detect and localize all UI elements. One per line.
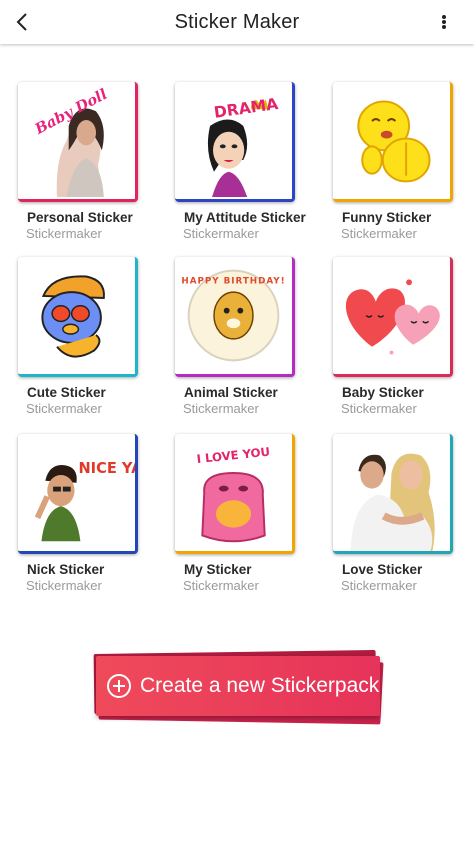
pack-thumbnail[interactable]: HAPPY BIRTHDAY! bbox=[175, 257, 295, 377]
sticker-art-text: NICE YAA bbox=[78, 460, 135, 477]
pack-card-my[interactable]: I LOVE YOU My Sticker Stickermaker bbox=[175, 434, 315, 593]
pack-thumbnail[interactable]: DRAMA bbox=[175, 82, 295, 202]
pack-title: My Sticker bbox=[184, 562, 252, 577]
pack-thumbnail[interactable]: NICE YAA bbox=[18, 434, 138, 554]
i-love-you-sticker-image: I LOVE YOU bbox=[175, 434, 292, 551]
pack-author: Stickermaker bbox=[26, 226, 102, 241]
page-title: Sticker Maker bbox=[174, 10, 300, 33]
hearts-sticker-image bbox=[333, 257, 450, 374]
pack-title: Cute Sticker bbox=[27, 385, 106, 400]
back-button[interactable] bbox=[8, 8, 36, 36]
cute-sticker-image bbox=[18, 257, 135, 374]
pack-card-funny[interactable]: Funny Sticker Stickermaker bbox=[333, 82, 473, 241]
pack-thumbnail[interactable] bbox=[333, 257, 453, 377]
pack-thumbnail[interactable] bbox=[333, 82, 453, 202]
birthday-tiger-sticker-image: HAPPY BIRTHDAY! bbox=[175, 257, 292, 374]
pack-author: Stickermaker bbox=[341, 401, 417, 416]
pack-author: Stickermaker bbox=[26, 578, 102, 593]
pack-thumbnail[interactable] bbox=[333, 434, 453, 554]
app-bar: Sticker Maker bbox=[0, 0, 474, 44]
pack-title: Nick Sticker bbox=[27, 562, 105, 577]
pack-thumbnail[interactable] bbox=[18, 257, 138, 377]
pack-card-baby[interactable]: Baby Sticker Stickermaker bbox=[333, 257, 473, 416]
pack-card-nick[interactable]: NICE YAA Nick Sticker Stickermaker bbox=[18, 434, 158, 593]
pack-title: Personal Sticker bbox=[27, 210, 133, 225]
pack-thumbnail[interactable]: Baby Doll bbox=[18, 82, 138, 202]
plus-circle-icon bbox=[106, 673, 132, 699]
pack-author: Stickermaker bbox=[183, 578, 259, 593]
pack-author: Stickermaker bbox=[183, 401, 259, 416]
pack-title: Animal Sticker bbox=[184, 385, 278, 400]
couple-photo-sticker-image bbox=[333, 434, 450, 551]
pack-author: Stickermaker bbox=[341, 226, 417, 241]
pack-card-attitude[interactable]: DRAMA My Attitude Sticker Stickermaker bbox=[175, 82, 315, 241]
pack-title: Funny Sticker bbox=[342, 210, 432, 225]
overflow-menu-button[interactable] bbox=[438, 10, 450, 34]
create-stickerpack-label: Create a new Stickerpack bbox=[140, 674, 380, 697]
more-vertical-icon bbox=[442, 15, 446, 29]
funny-emoji-sticker-image bbox=[333, 82, 450, 199]
pack-card-animal[interactable]: HAPPY BIRTHDAY! Animal Sticker Stickerma… bbox=[175, 257, 315, 416]
pack-title: My Attitude Sticker bbox=[184, 210, 306, 225]
pack-card-cute[interactable]: Cute Sticker Stickermaker bbox=[18, 257, 158, 416]
pack-author: Stickermaker bbox=[26, 401, 102, 416]
create-stickerpack-button[interactable]: Create a new Stickerpack bbox=[96, 656, 380, 716]
pack-title: Baby Sticker bbox=[342, 385, 424, 400]
chevron-left-icon bbox=[16, 13, 27, 31]
pack-author: Stickermaker bbox=[341, 578, 417, 593]
drama-sticker-image: DRAMA bbox=[175, 82, 292, 199]
pack-card-personal[interactable]: Baby Doll Personal Sticker Stickermaker bbox=[18, 82, 158, 241]
create-stickerpack-area: Create a new Stickerpack bbox=[93, 650, 384, 725]
pack-title: Love Sticker bbox=[342, 562, 423, 577]
nice-yaa-sticker-image: NICE YAA bbox=[18, 434, 135, 551]
pack-card-love[interactable]: Love Sticker Stickermaker bbox=[333, 434, 473, 593]
pack-author: Stickermaker bbox=[183, 226, 259, 241]
baby-doll-sticker-image: Baby Doll bbox=[18, 82, 135, 199]
pack-thumbnail[interactable]: I LOVE YOU bbox=[175, 434, 295, 554]
sticker-art-text: HAPPY BIRTHDAY! bbox=[181, 276, 285, 286]
